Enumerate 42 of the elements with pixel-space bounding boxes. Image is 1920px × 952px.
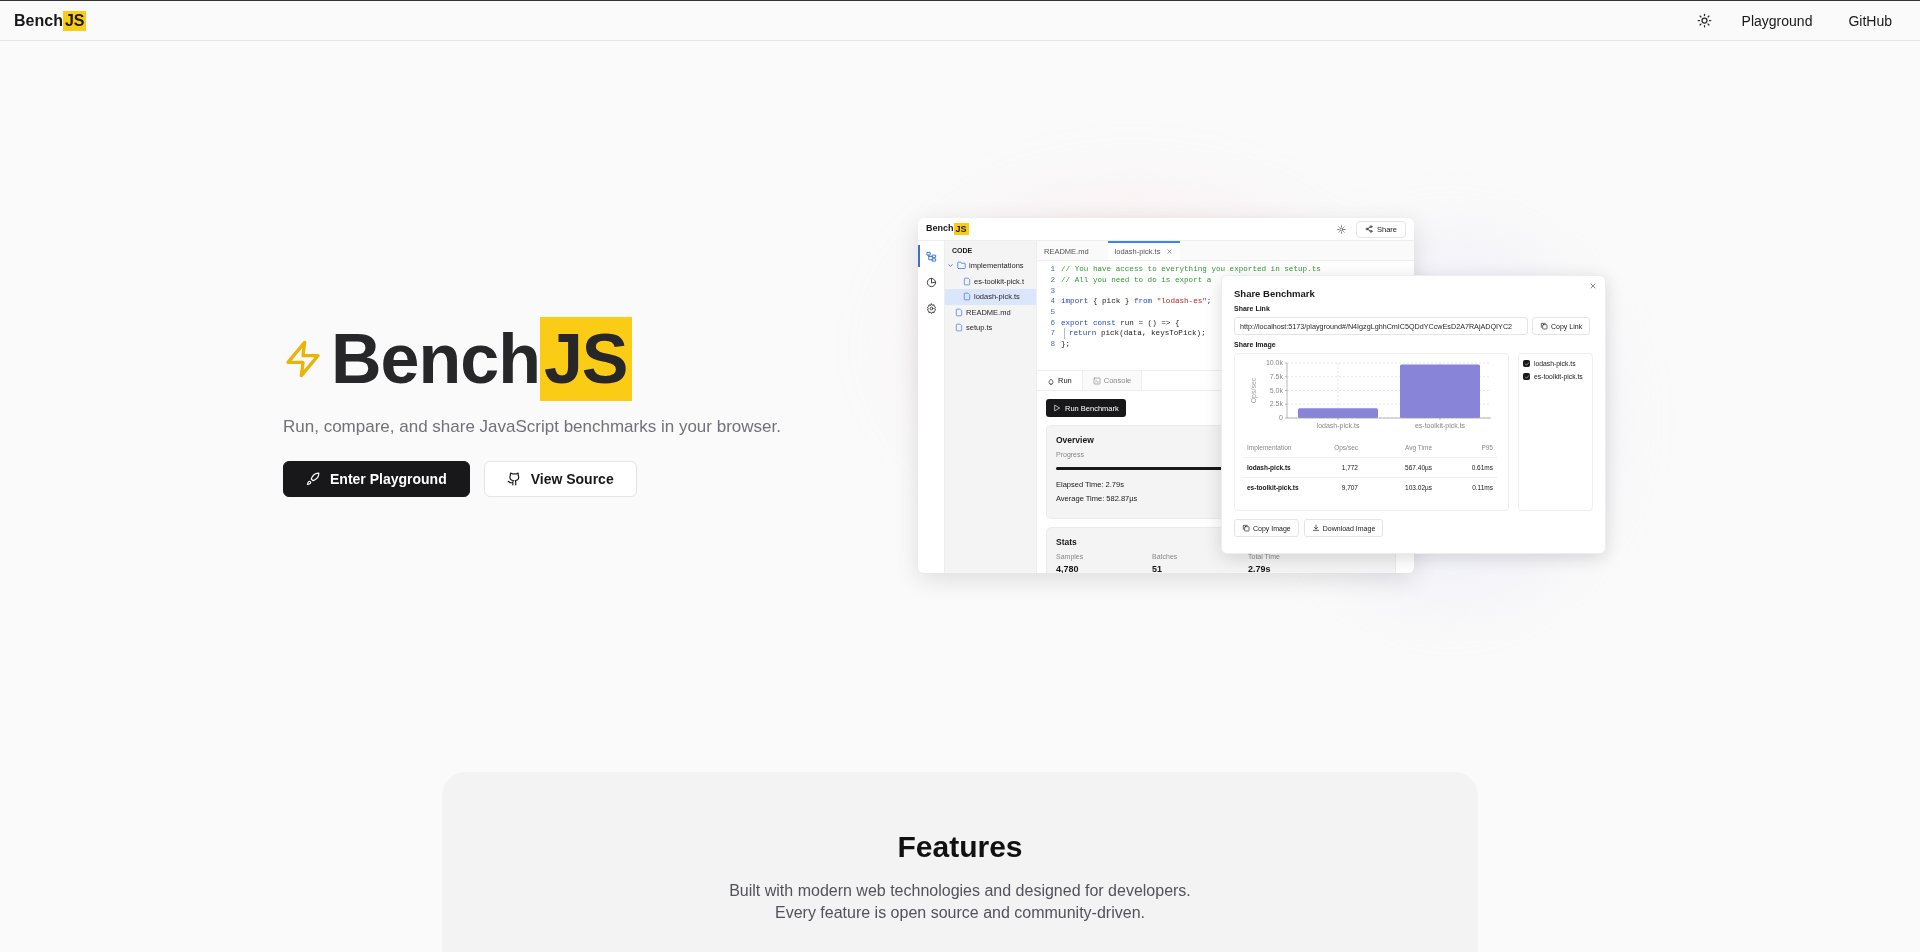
close-icon bbox=[1166, 248, 1174, 255]
flame-icon bbox=[1047, 376, 1055, 385]
terminal-icon bbox=[1092, 376, 1101, 385]
y-axis bbox=[1284, 362, 1288, 419]
close-button[interactable] bbox=[1589, 282, 1597, 290]
section-subtitle: Built with modern web technologies and designed for developers. bbox=[729, 881, 1191, 901]
file-tree-icon bbox=[925, 250, 937, 262]
copy-icon bbox=[1242, 524, 1250, 532]
section-subtitle: Every feature is open source and community-driven. bbox=[775, 903, 1145, 923]
title-badge: JS bbox=[539, 316, 632, 401]
card-title: Overview bbox=[1056, 435, 1094, 445]
play-icon bbox=[1053, 404, 1061, 412]
checkbox[interactable] bbox=[1523, 360, 1530, 367]
dialog-title: Share Benchmark bbox=[1234, 288, 1316, 299]
stat-value: 4,780 bbox=[1056, 564, 1080, 573]
logo-text[interactable]: Bench bbox=[14, 11, 63, 30]
settings-icon bbox=[925, 302, 937, 314]
chevron-icon bbox=[947, 262, 954, 270]
hero-subtitle: Run, compare, and share JavaScript benchmarks in your browser. bbox=[283, 416, 782, 437]
card-title: Stats bbox=[1056, 537, 1077, 547]
stat-value: 51 bbox=[1152, 564, 1163, 573]
share-icon bbox=[1365, 225, 1373, 233]
nav-link[interactable]: GitHub bbox=[1834, 6, 1906, 35]
enter-playground-button[interactable]: Enter Playground bbox=[283, 460, 470, 497]
logo-text: Bench bbox=[926, 223, 954, 235]
logo-badge[interactable]: JS bbox=[62, 10, 87, 31]
section-title: Features bbox=[897, 830, 1023, 864]
checkbox[interactable] bbox=[1523, 373, 1530, 380]
download-icon bbox=[1311, 524, 1320, 532]
close-icon bbox=[1589, 282, 1597, 290]
sun-icon bbox=[1337, 224, 1346, 234]
logo-badge: JS bbox=[953, 223, 969, 235]
github-icon bbox=[506, 471, 521, 486]
nav-link[interactable]: Playground bbox=[1727, 6, 1827, 35]
folder-icon bbox=[957, 261, 966, 271]
stat-value: 2.79s bbox=[1248, 564, 1272, 573]
hero-title: Bench bbox=[331, 318, 540, 399]
pie-chart-icon bbox=[925, 276, 937, 288]
rocket-icon bbox=[306, 471, 320, 486]
copy-icon bbox=[1540, 322, 1548, 330]
view-source-button[interactable]: View Source bbox=[483, 460, 637, 497]
sun-icon bbox=[1696, 13, 1712, 28]
